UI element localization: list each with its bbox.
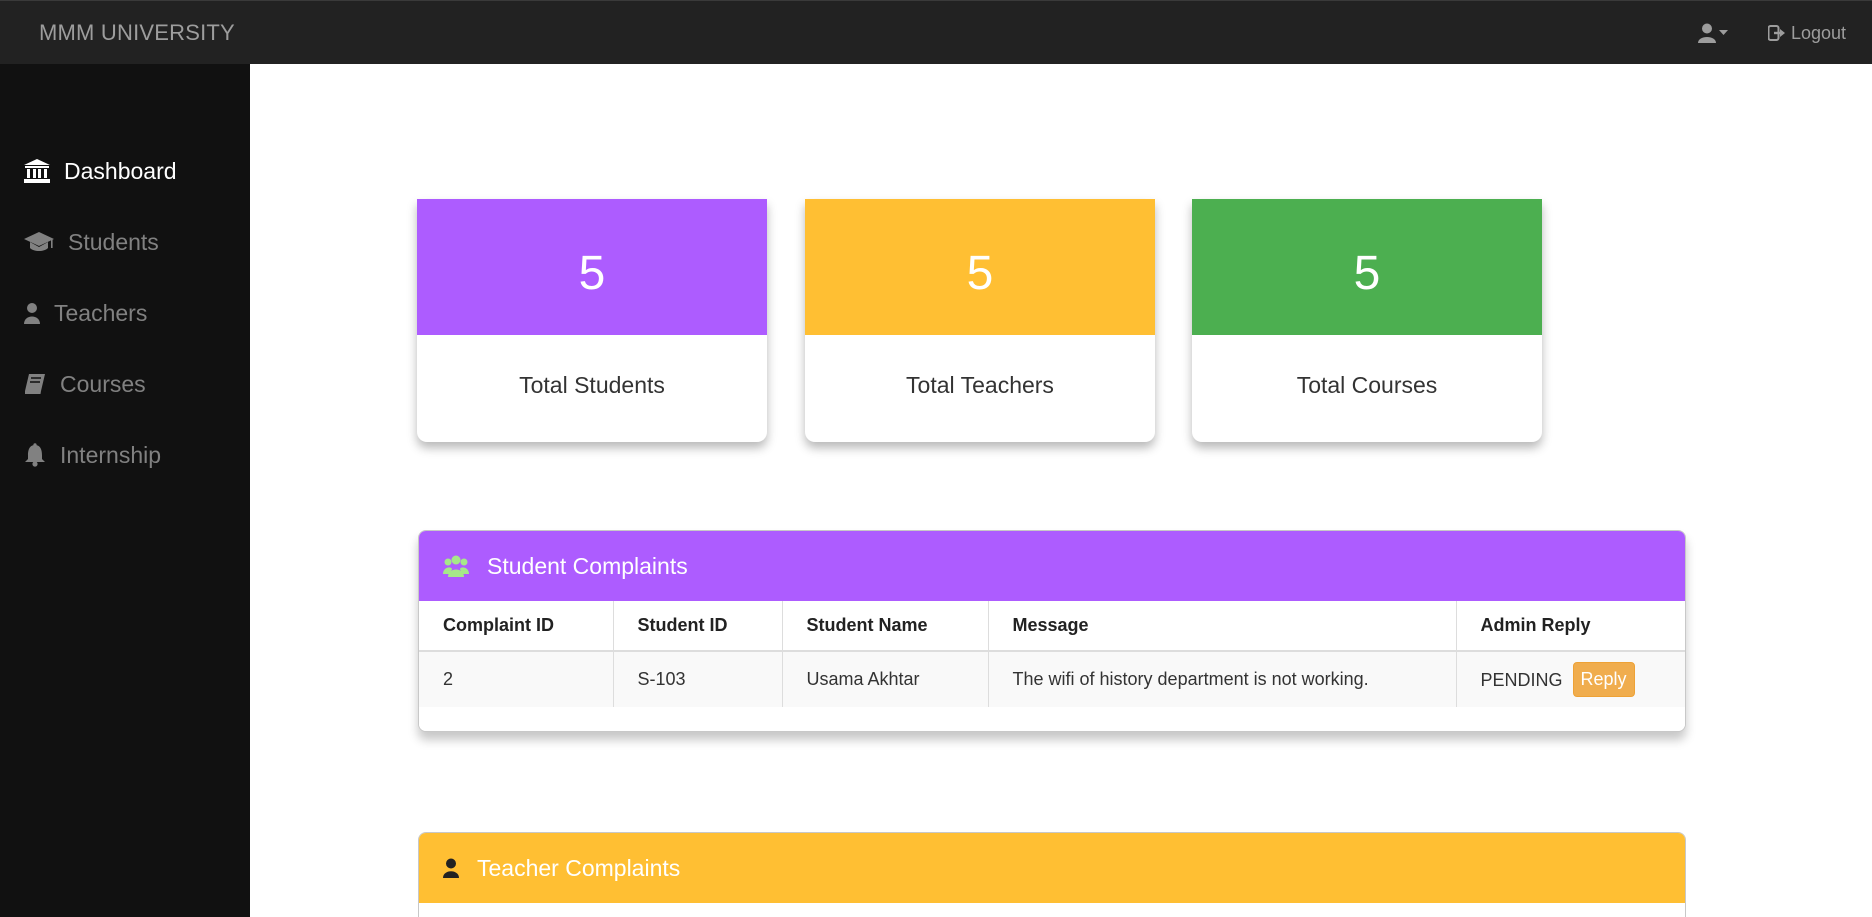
bell-icon xyxy=(25,443,45,467)
student-complaints-panel: Student Complaints Complaint ID Student … xyxy=(418,530,1686,732)
column-header: Message xyxy=(988,601,1457,652)
stat-card-students[interactable]: 5 Total Students xyxy=(417,199,767,442)
user-menu-toggle[interactable] xyxy=(1697,23,1728,43)
student-id-cell: S-103 xyxy=(613,651,783,707)
table-header-row: Complaint ID Student ID Student Name Mes… xyxy=(419,601,1685,652)
sidebar-item-label: Courses xyxy=(60,370,146,397)
logout-link[interactable]: Logout xyxy=(1767,22,1846,44)
table-row: 2 S-103 Usama Akhtar The wifi of history… xyxy=(419,651,1685,707)
sidebar-item-label: Teachers xyxy=(54,299,148,326)
user-icon xyxy=(24,303,40,324)
users-icon xyxy=(443,555,469,577)
logout-label: Logout xyxy=(1790,22,1846,43)
stat-card-courses[interactable]: 5 Total Courses xyxy=(1192,199,1542,442)
sidebar-item-dashboard[interactable]: Dashboard xyxy=(24,151,177,191)
stat-label: Total Courses xyxy=(1296,372,1438,398)
sidebar: Dashboard Students Teachers Courses Inte… xyxy=(0,64,250,917)
sidebar-item-label: Students xyxy=(68,228,159,255)
sidebar-item-courses[interactable]: Courses xyxy=(24,364,146,404)
graduation-cap-icon xyxy=(24,232,54,251)
column-header: Admin Reply xyxy=(1456,601,1685,652)
admin-reply-cell: PENDING Reply xyxy=(1456,651,1685,707)
main-content: 5 Total Students 5 Total Teachers 5 Tota… xyxy=(250,64,1872,917)
message-cell: The wifi of history department is not wo… xyxy=(988,651,1457,707)
column-header: Complaint ID xyxy=(419,601,614,652)
stat-label: Total Teachers xyxy=(906,372,1054,398)
reply-button[interactable]: Reply xyxy=(1572,662,1635,697)
panel-footer-space xyxy=(419,707,1685,731)
sidebar-item-label: Internship xyxy=(60,441,162,468)
stat-value: 5 xyxy=(417,199,767,335)
sidebar-item-students[interactable]: Students xyxy=(24,222,159,262)
column-header: Student Name xyxy=(782,601,989,652)
top-navbar: MMM UNIVERSITY Logout xyxy=(0,0,1872,64)
sidebar-item-teachers[interactable]: Teachers xyxy=(24,293,147,333)
sidebar-item-internship[interactable]: Internship xyxy=(24,435,161,475)
sidebar-item-label: Dashboard xyxy=(64,157,177,184)
stat-card-teachers[interactable]: 5 Total Teachers xyxy=(805,199,1155,442)
student-complaints-table: Complaint ID Student ID Student Name Mes… xyxy=(419,601,1685,707)
status-badge: PENDING xyxy=(1480,669,1563,690)
bank-icon xyxy=(24,159,50,183)
stat-value: 5 xyxy=(1192,199,1542,335)
user-icon xyxy=(443,858,459,878)
logout-icon xyxy=(1767,25,1785,41)
column-header: Student ID xyxy=(613,601,783,652)
stat-label: Total Students xyxy=(519,372,665,398)
panel-header: Teacher Complaints xyxy=(419,833,1685,903)
caret-down-icon xyxy=(1718,30,1728,35)
book-icon xyxy=(25,374,45,394)
complaint-id-cell: 2 xyxy=(419,651,614,707)
panel-title: Student Complaints xyxy=(487,552,688,579)
brand-title[interactable]: MMM UNIVERSITY xyxy=(39,1,235,65)
navbar-right: Logout xyxy=(1697,1,1846,65)
user-icon xyxy=(1697,23,1716,43)
teacher-complaints-panel: Teacher Complaints xyxy=(418,832,1686,917)
panel-header: Student Complaints xyxy=(419,531,1685,601)
stat-value: 5 xyxy=(805,199,1155,335)
panel-title: Teacher Complaints xyxy=(477,854,681,881)
student-name-cell: Usama Akhtar xyxy=(782,651,989,707)
